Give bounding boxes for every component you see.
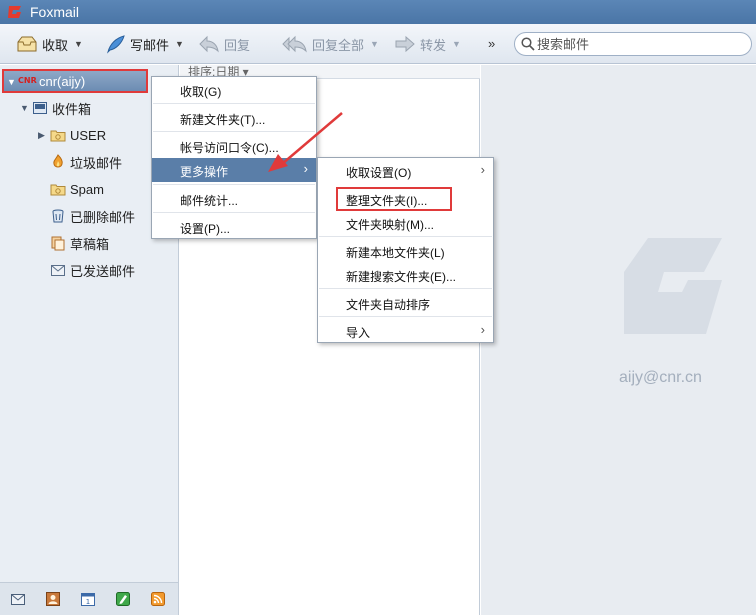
submenu-item-folder-mapping[interactable]: 文件夹映射(M)...: [318, 211, 493, 235]
app-title: Foxmail: [30, 4, 80, 20]
receive-button[interactable]: 收取 ▼: [16, 32, 83, 56]
forward-label: 转发: [420, 37, 447, 53]
search-icon: [521, 37, 535, 51]
calendar-icon[interactable]: 1: [80, 591, 96, 607]
submenu-item-new-search-folder[interactable]: 新建搜索文件夹(E)...: [318, 263, 493, 287]
forward-button[interactable]: 转发 ▼: [394, 32, 461, 56]
search-box[interactable]: [514, 32, 752, 56]
folder-drafts[interactable]: 草稿箱: [38, 232, 109, 254]
folder-inbox[interactable]: ▼ 收件箱: [20, 97, 91, 119]
menu-separator: [319, 316, 492, 317]
chevron-down-icon[interactable]: ▼: [74, 39, 83, 49]
module-switcher: 1: [0, 582, 179, 615]
compose-label: 写邮件: [130, 37, 170, 53]
folder-label: 收件箱: [52, 101, 92, 117]
folder-icon: [50, 184, 66, 196]
contacts-icon[interactable]: [45, 591, 61, 607]
chevron-down-icon[interactable]: ▼: [370, 39, 379, 49]
annotation-highlight-box: [336, 187, 452, 211]
expand-triangle-icon[interactable]: ▼: [20, 103, 32, 113]
submenu-item-auto-sort-folders[interactable]: 文件夹自动排序: [318, 291, 493, 315]
preview-pane: aijy@cnr.cn: [481, 65, 756, 615]
folder-spam[interactable]: Spam: [38, 178, 104, 200]
submenu-arrow-icon: ›: [480, 162, 485, 177]
sent-icon: [51, 265, 65, 276]
reply-label: 回复: [224, 37, 251, 53]
folder-deleted[interactable]: 已删除邮件: [38, 205, 135, 227]
feather-pen-icon: [107, 35, 125, 54]
inbox-tray-icon: [17, 36, 37, 52]
reply-arrow-icon: [199, 35, 219, 53]
toolbar: 收取 ▼ 写邮件 ▼ 回复 回复全部 ▼ 转发 ▼ »: [0, 24, 756, 64]
search-input[interactable]: [537, 35, 737, 53]
reply-all-label: 回复全部: [312, 37, 365, 53]
folder-user[interactable]: ▶ USER: [38, 124, 106, 146]
account-name: cnr(aijy): [39, 74, 86, 89]
more-actions-submenu: 收取设置(O) › 整理文件夹(I)... 文件夹映射(M)... 新建本地文件…: [317, 157, 494, 343]
title-bar: Foxmail: [0, 0, 756, 24]
folder-label: Spam: [70, 181, 104, 197]
rss-icon[interactable]: [150, 591, 166, 607]
account-item[interactable]: ▼ CNR cnr(aijy): [2, 69, 148, 93]
more-toolbar-button[interactable]: »: [488, 36, 495, 51]
folder-sent[interactable]: 已发送邮件: [38, 259, 135, 281]
drafts-icon: [51, 236, 65, 251]
folder-label: 已删除邮件: [70, 209, 136, 225]
folder-label: 草稿箱: [70, 236, 110, 252]
expand-triangle-icon[interactable]: ▼: [7, 77, 16, 87]
chevron-down-icon[interactable]: ▼: [175, 39, 184, 49]
menu-item-mail-statistics[interactable]: 邮件统计...: [152, 187, 316, 211]
folder-junk[interactable]: 垃圾邮件: [38, 151, 122, 173]
account-badge: CNR: [18, 76, 37, 85]
submenu-item-import[interactable]: 导入 ›: [318, 319, 493, 343]
menu-separator: [153, 212, 315, 213]
forward-arrow-icon: [395, 35, 415, 53]
receive-label: 收取: [42, 37, 69, 53]
svg-text:1: 1: [86, 598, 90, 606]
chevron-down-icon[interactable]: ▼: [452, 39, 461, 49]
reply-all-arrow-icon: [282, 35, 307, 53]
foxmail-logo-icon: [8, 6, 21, 18]
menu-separator: [153, 103, 315, 104]
mail-icon[interactable]: [10, 591, 26, 607]
menu-separator: [153, 184, 315, 185]
account-email: aijy@cnr.cn: [619, 369, 702, 386]
junk-icon: [53, 154, 63, 168]
submenu-item-new-local-folder[interactable]: 新建本地文件夹(L): [318, 239, 493, 263]
folder-label: USER: [70, 127, 107, 143]
notes-icon[interactable]: [115, 591, 131, 607]
folder-label: 已发送邮件: [70, 263, 136, 279]
inbox-icon: [33, 102, 47, 114]
menu-separator: [319, 236, 492, 237]
compose-button[interactable]: 写邮件 ▼: [104, 32, 184, 56]
menu-item-receive[interactable]: 收取(G): [152, 78, 316, 102]
annotation-arrow-icon: [268, 112, 343, 172]
submenu-arrow-icon: ›: [480, 322, 485, 337]
folder-icon: [50, 130, 66, 142]
trash-icon: [52, 209, 64, 223]
menu-separator: [319, 288, 492, 289]
reply-button[interactable]: 回复: [198, 32, 250, 56]
menu-item-settings[interactable]: 设置(P)...: [152, 215, 316, 239]
reply-all-button[interactable]: 回复全部 ▼: [282, 32, 379, 56]
foxmail-watermark-icon: [624, 238, 722, 334]
folder-label: 垃圾邮件: [70, 155, 123, 171]
expand-triangle-icon[interactable]: ▶: [38, 130, 50, 141]
